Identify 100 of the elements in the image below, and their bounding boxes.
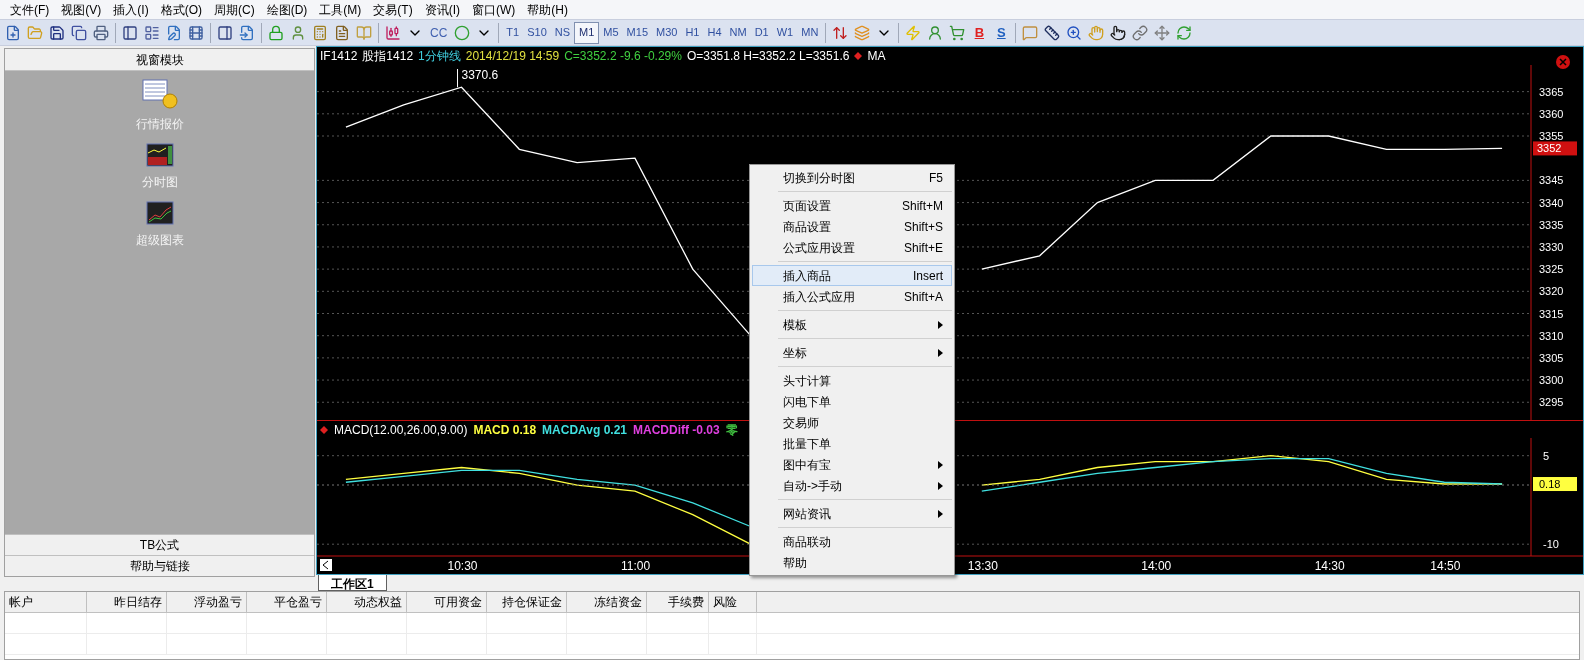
price-axis-label: 3295 <box>1539 396 1564 409</box>
menu-item[interactable]: 资讯(I) <box>418 0 466 19</box>
time-axis-label: 10:30 <box>447 559 478 573</box>
period-button[interactable]: M1 <box>574 21 600 44</box>
period-button[interactable]: W1 <box>772 21 798 44</box>
column-header[interactable]: 昨日结存 <box>87 592 167 612</box>
macd-value: MACDDiff -0.03 <box>633 421 720 439</box>
macd-value: 零 <box>725 421 738 439</box>
sidebar-section[interactable]: TB公式 <box>5 534 314 555</box>
menu-item[interactable]: 插入(I) <box>107 0 155 19</box>
period-button[interactable]: M5 <box>599 21 623 44</box>
line-chart-icon <box>145 201 174 225</box>
date-time: 2014/12/19 14:59 <box>465 48 560 65</box>
period-button[interactable]: M15 <box>622 21 652 44</box>
price-axis-label: 3320 <box>1539 285 1564 298</box>
menu-item[interactable]: 交易(T) <box>367 0 419 19</box>
price-axis-label: 3335 <box>1539 218 1564 231</box>
context-menu-item[interactable]: 模板 <box>752 314 952 335</box>
context-menu-item[interactable]: 页面设置 Shift+M <box>752 195 952 216</box>
context-menu-item[interactable]: 交易师 <box>752 412 952 433</box>
context-menu-item[interactable]: 批量下单 <box>752 433 952 454</box>
column-header[interactable]: 持仓保证金 <box>487 592 567 612</box>
context-menu-item[interactable]: 图中有宝 <box>752 454 952 475</box>
price-axis-label: 3315 <box>1539 307 1564 320</box>
price-axis-label: 3365 <box>1539 85 1564 98</box>
column-header[interactable]: 可用资金 <box>407 592 487 612</box>
context-menu-item[interactable]: 插入商品 Insert <box>752 265 952 286</box>
menu-item[interactable]: 帮助(H) <box>521 0 574 19</box>
trade-button[interactable]: B <box>968 22 991 43</box>
context-menu-item[interactable]: 头寸计算 <box>752 370 952 391</box>
price-axis-label: 3330 <box>1539 240 1564 253</box>
column-header[interactable]: 浮动盈亏 <box>167 592 247 612</box>
period-button[interactable]: S10 <box>523 21 551 44</box>
context-menu-item[interactable]: 插入公式应用 Shift+A <box>752 286 952 307</box>
period-button[interactable]: NM <box>725 21 751 44</box>
time-axis-label: 11:00 <box>620 559 651 573</box>
price-axis-label: 3340 <box>1539 196 1564 209</box>
column-header[interactable]: 动态权益 <box>327 592 407 612</box>
context-menu-item[interactable]: 网站资讯 <box>752 503 952 524</box>
workspace-tab[interactable]: 工作区1 <box>318 575 387 591</box>
period-button[interactable]: T1 <box>502 21 524 44</box>
price-axis-label: 3355 <box>1539 130 1564 142</box>
menu-item[interactable]: 格式(O) <box>154 0 208 19</box>
intraday-chart-icon <box>145 143 174 167</box>
context-menu-item[interactable]: 帮助 <box>752 552 952 573</box>
price-axis-label: 3360 <box>1539 107 1564 120</box>
time-axis-label: 14:30 <box>1314 559 1345 573</box>
column-header[interactable]: 手续费 <box>647 592 709 612</box>
cc-button[interactable]: CC <box>426 23 452 42</box>
macd-axis-label: 5 <box>1543 449 1550 462</box>
context-menu-item[interactable]: 闪电下单 <box>752 391 952 412</box>
time-axis-label: 13:30 <box>967 559 998 573</box>
column-header[interactable]: 平仓盈亏 <box>247 592 327 612</box>
last-price-badge: 3352 <box>1533 141 1577 156</box>
macd-value: MACDAvg 0.21 <box>542 421 627 439</box>
period-button[interactable]: MN <box>797 21 823 44</box>
menu-item[interactable]: 周期(C) <box>208 0 261 19</box>
symbol-name: 股指1412 <box>362 48 414 65</box>
period-button[interactable]: H1 <box>681 21 704 44</box>
period-button[interactable]: H4 <box>703 21 726 44</box>
period-button[interactable]: D1 <box>750 21 773 44</box>
price-change: C=3352.2 -9.6 -0.29% <box>564 48 682 65</box>
price-axis-label: 3325 <box>1539 263 1564 276</box>
symbol-code: IF1412 <box>320 48 358 65</box>
macd-value-badge: 0.18 <box>1533 477 1577 491</box>
scroll-left-icon[interactable] <box>320 559 332 571</box>
column-header[interactable]: 风险 <box>709 592 757 612</box>
period-button[interactable]: NS <box>550 21 575 44</box>
quote-table-icon <box>141 79 178 109</box>
context-menu-item[interactable]: 自动->手动 <box>752 475 952 496</box>
context-menu-item[interactable]: 切换到分时图 F5 <box>752 167 952 188</box>
menu-item[interactable]: 绘图(D) <box>260 0 314 19</box>
sidebar-header[interactable]: 视窗模块 <box>5 49 314 71</box>
high-price-label: 3370.6 <box>457 68 499 88</box>
context-menu-item[interactable]: 公式应用设置 Shift+E <box>752 237 952 258</box>
time-axis-label: 14:00 <box>1141 559 1172 573</box>
price-axis-label: 3310 <box>1539 329 1564 342</box>
menu-item[interactable]: 文件(F) <box>4 0 56 19</box>
indicator-label: MA <box>867 48 886 65</box>
trade-button[interactable]: S <box>990 22 1013 43</box>
price-axis-label: 3305 <box>1539 351 1564 364</box>
macd-title: MACD(12.00,26.00,9.00) <box>334 421 468 439</box>
context-menu-item[interactable]: 商品设置 Shift+S <box>752 216 952 237</box>
ohlc-values: O=3351.8 H=3352.2 L=3351.6 <box>686 48 850 65</box>
column-header[interactable]: 冻结资金 <box>567 592 647 612</box>
diamond-icon <box>854 52 863 60</box>
menu-item[interactable]: 视图(V) <box>55 0 108 19</box>
macd-value: MACD 0.18 <box>473 421 537 439</box>
period-label: 1分钟线 <box>418 48 461 65</box>
context-menu-item[interactable]: 坐标 <box>752 342 952 363</box>
context-menu-item[interactable]: 商品联动 <box>752 531 952 552</box>
column-header[interactable]: 帐户 <box>5 592 87 612</box>
price-axis-label: 3300 <box>1539 374 1564 387</box>
menu-item[interactable]: 工具(M) <box>313 0 368 19</box>
diamond-icon <box>320 425 328 434</box>
macd-axis-label: -10 <box>1543 538 1559 551</box>
menu-item[interactable]: 窗口(W) <box>466 0 522 19</box>
sidebar-section[interactable]: 帮助与链接 <box>5 555 314 576</box>
close-icon[interactable] <box>1556 55 1570 69</box>
period-button[interactable]: M30 <box>652 21 682 44</box>
